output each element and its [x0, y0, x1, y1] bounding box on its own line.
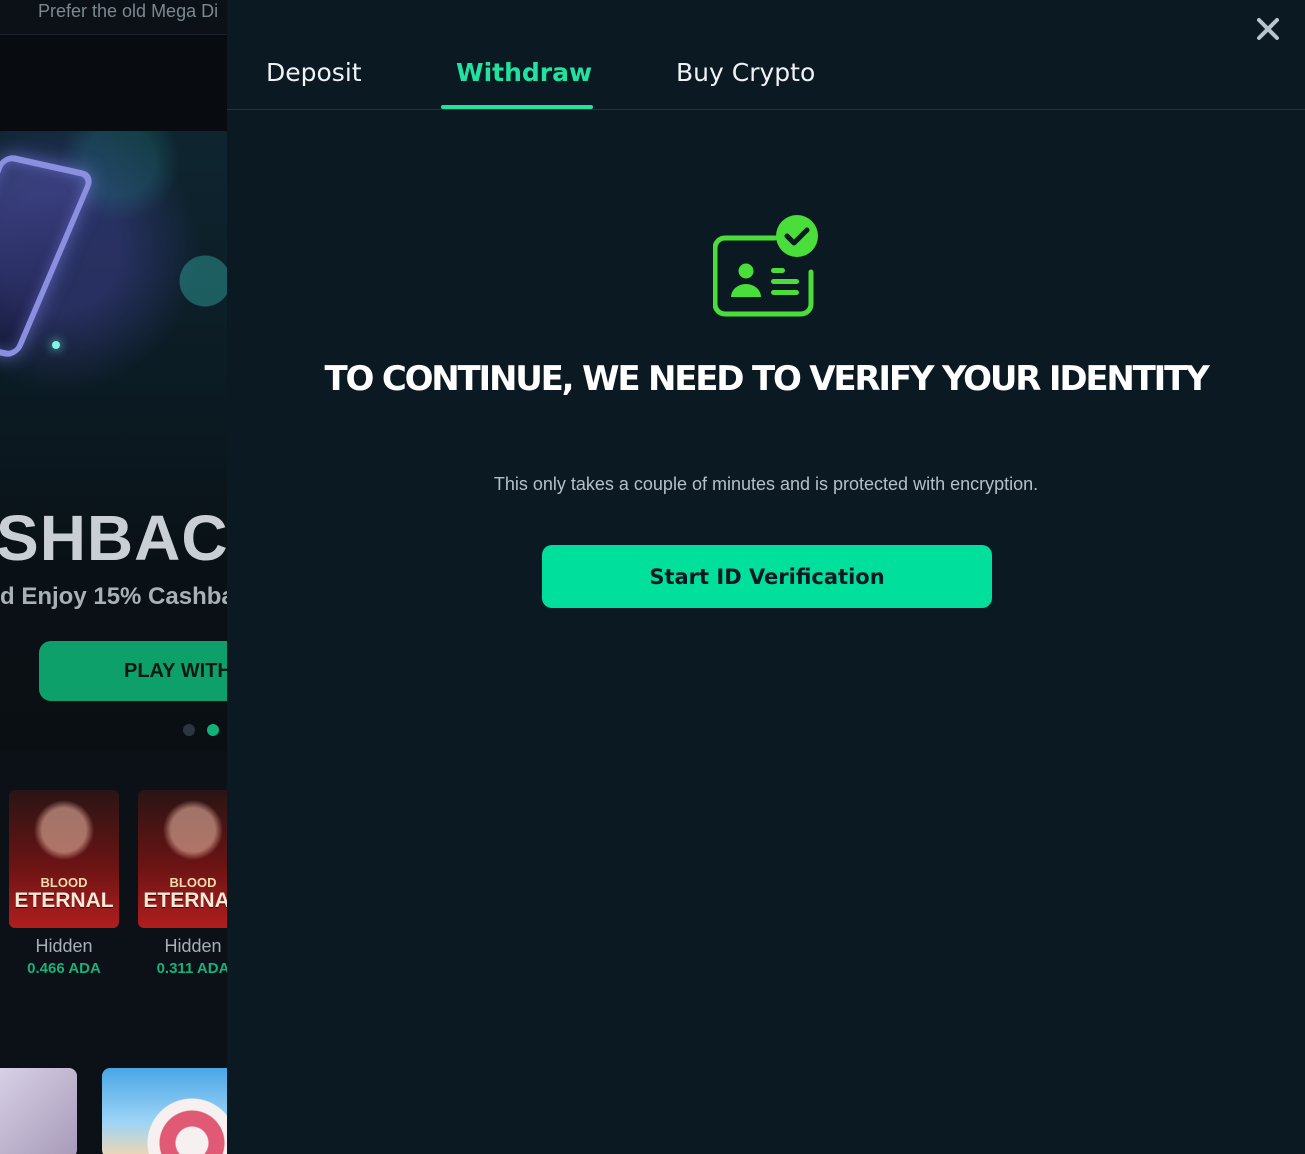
crystal-graphic	[0, 152, 97, 360]
promo-banner: SHBAC d Enjoy 15% Cashba PLAY WITH	[0, 131, 227, 751]
game-logo-top: BLOOD	[40, 875, 88, 890]
tab-withdraw[interactable]: Withdraw	[456, 58, 592, 87]
banner-headline: SHBAC	[0, 502, 227, 574]
game-logo-top: BLOOD	[169, 875, 217, 890]
close-button[interactable]	[1253, 14, 1283, 44]
background-page: Prefer the old Mega Di SHBAC d Enjoy 15%…	[0, 0, 227, 1154]
game-card[interactable]: BLOOD ETERNAL Hidden 0.311 ADA	[138, 790, 227, 977]
tab-deposit[interactable]: Deposit	[266, 58, 362, 87]
wallet-modal: Deposit Withdraw Buy Crypto TO CONTINUE,…	[227, 0, 1305, 1154]
start-id-verification-button[interactable]: Start ID Verification	[542, 545, 992, 608]
game-thumbnail[interactable]: BLOOD ETERNAL	[9, 790, 119, 928]
game-logo-main: ETERNAL	[14, 889, 114, 912]
active-tab-indicator	[441, 105, 593, 109]
game-win-amount: 0.466 ADA	[27, 960, 101, 977]
site-header	[0, 35, 227, 131]
sparkle-graphic	[52, 341, 60, 349]
game-thumbnail[interactable]: BLOOD ETERNAL	[138, 790, 227, 928]
game-player-name: Hidden	[35, 936, 93, 956]
game-tile[interactable]	[102, 1068, 227, 1154]
carousel-dots	[183, 724, 219, 736]
game-tile[interactable]	[0, 1068, 77, 1154]
close-icon	[1257, 18, 1279, 40]
game-card[interactable]: BLOOD ETERNAL Hidden 0.466 ADA	[9, 790, 119, 977]
banner-play-button[interactable]: PLAY WITH	[39, 641, 227, 701]
carousel-dot[interactable]	[183, 724, 195, 736]
game-win-amount: 0.311 ADA	[156, 960, 227, 977]
recent-games-row: BLOOD ETERNAL Hidden 0.466 ADA BLOOD ETE…	[0, 790, 227, 990]
banner-subtext: d Enjoy 15% Cashba	[0, 583, 227, 610]
wallet-tabs: Deposit Withdraw Buy Crypto	[227, 0, 1305, 110]
tab-buy-crypto[interactable]: Buy Crypto	[676, 58, 815, 87]
game-logo-main: ETERNAL	[143, 889, 227, 912]
carousel-dot-active[interactable]	[207, 724, 219, 736]
verification-title: TO CONTINUE, WE NEED TO VERIFY YOUR IDEN…	[324, 359, 1210, 399]
old-site-notice[interactable]: Prefer the old Mega Di	[0, 0, 227, 35]
game-player-name: Hidden	[164, 936, 222, 956]
verification-subtitle: This only takes a couple of minutes and …	[493, 474, 1039, 494]
game-tiles-row	[0, 1068, 227, 1154]
id-card-check-icon	[713, 215, 818, 317]
